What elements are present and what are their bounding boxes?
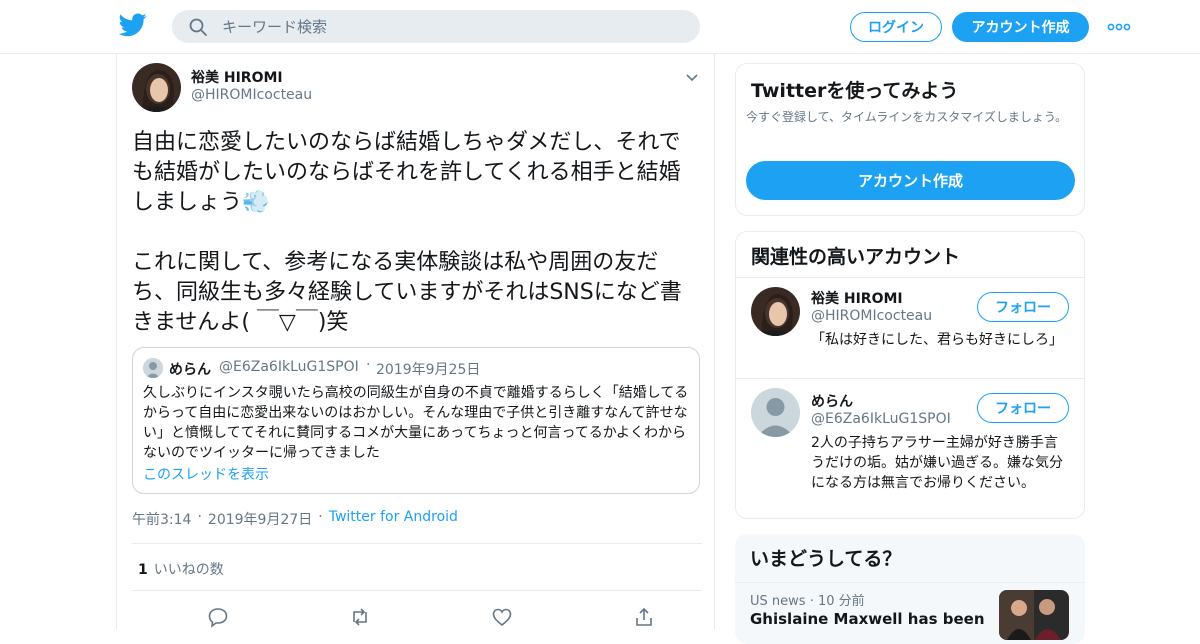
follow-button[interactable]: フォロー — [977, 292, 1069, 322]
share-icon[interactable] — [633, 606, 655, 628]
quoted-author-handle: @E6Za6IkLuG1SPOI — [219, 359, 359, 375]
trend-meta: US news · 10 分前 — [750, 590, 865, 609]
search-input[interactable] — [222, 10, 682, 43]
account-bio: 「私は好きにした、君らも好きにしろ」 — [811, 332, 1063, 348]
search-box[interactable] — [172, 10, 700, 43]
divider — [132, 590, 702, 591]
author-avatar[interactable] — [132, 63, 181, 112]
quoted-tweet[interactable]: めらん @E6Za6IkLuG1SPOI · 2019年9月25日 久しぶりにイ… — [132, 347, 700, 494]
trend-age: 10 分前 — [817, 594, 865, 609]
tweet-text: 自由に恋愛したいのならば結婚しちゃダメだし、それでも結婚がしたいのならばそれを許… — [132, 130, 682, 335]
tweet-client-link[interactable]: Twitter for Android — [329, 509, 458, 529]
more-dots-icon[interactable] — [1106, 18, 1132, 36]
search-icon — [189, 18, 207, 36]
author-name[interactable]: 裕美 HIROMI — [191, 67, 283, 87]
account-name[interactable]: めらん — [811, 391, 853, 411]
tweet-actions — [132, 602, 702, 632]
tweet-metadata: 午前3:14 · 2019年9月27日 · Twitter for Androi… — [132, 509, 458, 529]
trend-separator: · — [809, 594, 814, 609]
author-handle[interactable]: @HIROMIcocteau — [191, 87, 312, 103]
quoted-author-avatar — [143, 358, 163, 378]
related-account[interactable]: 裕美 HIROMI @HIROMIcocteau フォロー 「私は好きにした、君… — [736, 278, 1084, 378]
account-handle[interactable]: @E6Za6IkLuG1SPOI — [811, 411, 951, 427]
trend-thumbnail[interactable] — [999, 590, 1069, 640]
likes-stat[interactable]: 1 いいねの数 — [138, 559, 224, 579]
twitter-bird-icon[interactable] — [119, 13, 147, 37]
trends-card: いまどうしてる？ US news · 10 分前 Ghislaine Maxwe… — [735, 534, 1085, 644]
related-account[interactable]: めらん @E6Za6IkLuG1SPOI フォロー 2人の子持ちアラサー主婦が好… — [736, 379, 1084, 518]
trends-title: いまどうしてる？ — [750, 548, 902, 570]
trend-source: US news — [750, 594, 806, 609]
promo-signup-button[interactable]: アカウント作成 — [746, 161, 1075, 200]
divider — [132, 543, 702, 544]
likes-label: いいねの数 — [153, 562, 224, 578]
promo-title: Twitterを使ってみよう — [751, 80, 959, 102]
tweet-time[interactable]: 午前3:14 — [132, 509, 191, 529]
trend-headline[interactable]: Ghislaine Maxwell has been — [750, 610, 985, 628]
retweet-icon[interactable] — [349, 606, 371, 628]
tweet-date[interactable]: 2019年9月27日 — [208, 509, 312, 529]
account-avatar[interactable] — [751, 287, 800, 336]
show-thread-link[interactable]: このスレッドを表示 — [143, 464, 269, 484]
login-button[interactable]: ログイン — [850, 12, 942, 42]
related-title: 関連性の高いアカウント — [751, 246, 961, 268]
chevron-down-icon[interactable] — [684, 72, 700, 84]
account-handle[interactable]: @HIROMIcocteau — [811, 308, 932, 324]
meta-separator: · — [318, 509, 323, 525]
divider — [735, 582, 1085, 583]
account-bio: 2人の子持ちアラサー主婦が好き勝手言うだけの垢。姑が嫌い過ぎる。嫌な気分になる方… — [811, 435, 1063, 491]
account-avatar[interactable] — [751, 388, 800, 437]
meta-separator: · — [197, 509, 202, 525]
signup-promo-card: Twitterを使ってみよう 今すぐ登録して、タイムラインをカスタマイズしましょ… — [735, 63, 1085, 216]
tweet-detail: 裕美 HIROMI @HIROMIcocteau 自由に恋愛したいのならば結婚し… — [116, 54, 715, 630]
reply-icon[interactable] — [207, 606, 229, 628]
quoted-text: 久しぶりにインスタ覗いたら高校の同級生が自身の不貞で離婚するらしく「結婚してるか… — [143, 385, 689, 461]
account-name[interactable]: 裕美 HIROMI — [811, 288, 903, 308]
quoted-author-name: めらん — [169, 362, 211, 378]
likes-count: 1 — [138, 562, 148, 578]
promo-subtitle: 今すぐ登録して、タイムラインをカスタマイズしましょう。 — [746, 110, 1068, 124]
quoted-separator: · — [366, 357, 371, 373]
follow-button[interactable]: フォロー — [977, 393, 1069, 423]
related-accounts-card: 関連性の高いアカウント 裕美 HIROMI @HIROMIcocteau フォロ… — [735, 231, 1085, 519]
like-heart-icon[interactable] — [491, 606, 513, 628]
signup-button[interactable]: アカウント作成 — [952, 12, 1089, 42]
quoted-date: 2019年9月25日 — [376, 362, 481, 378]
top-bar: ログイン アカウント作成 — [0, 0, 1200, 54]
